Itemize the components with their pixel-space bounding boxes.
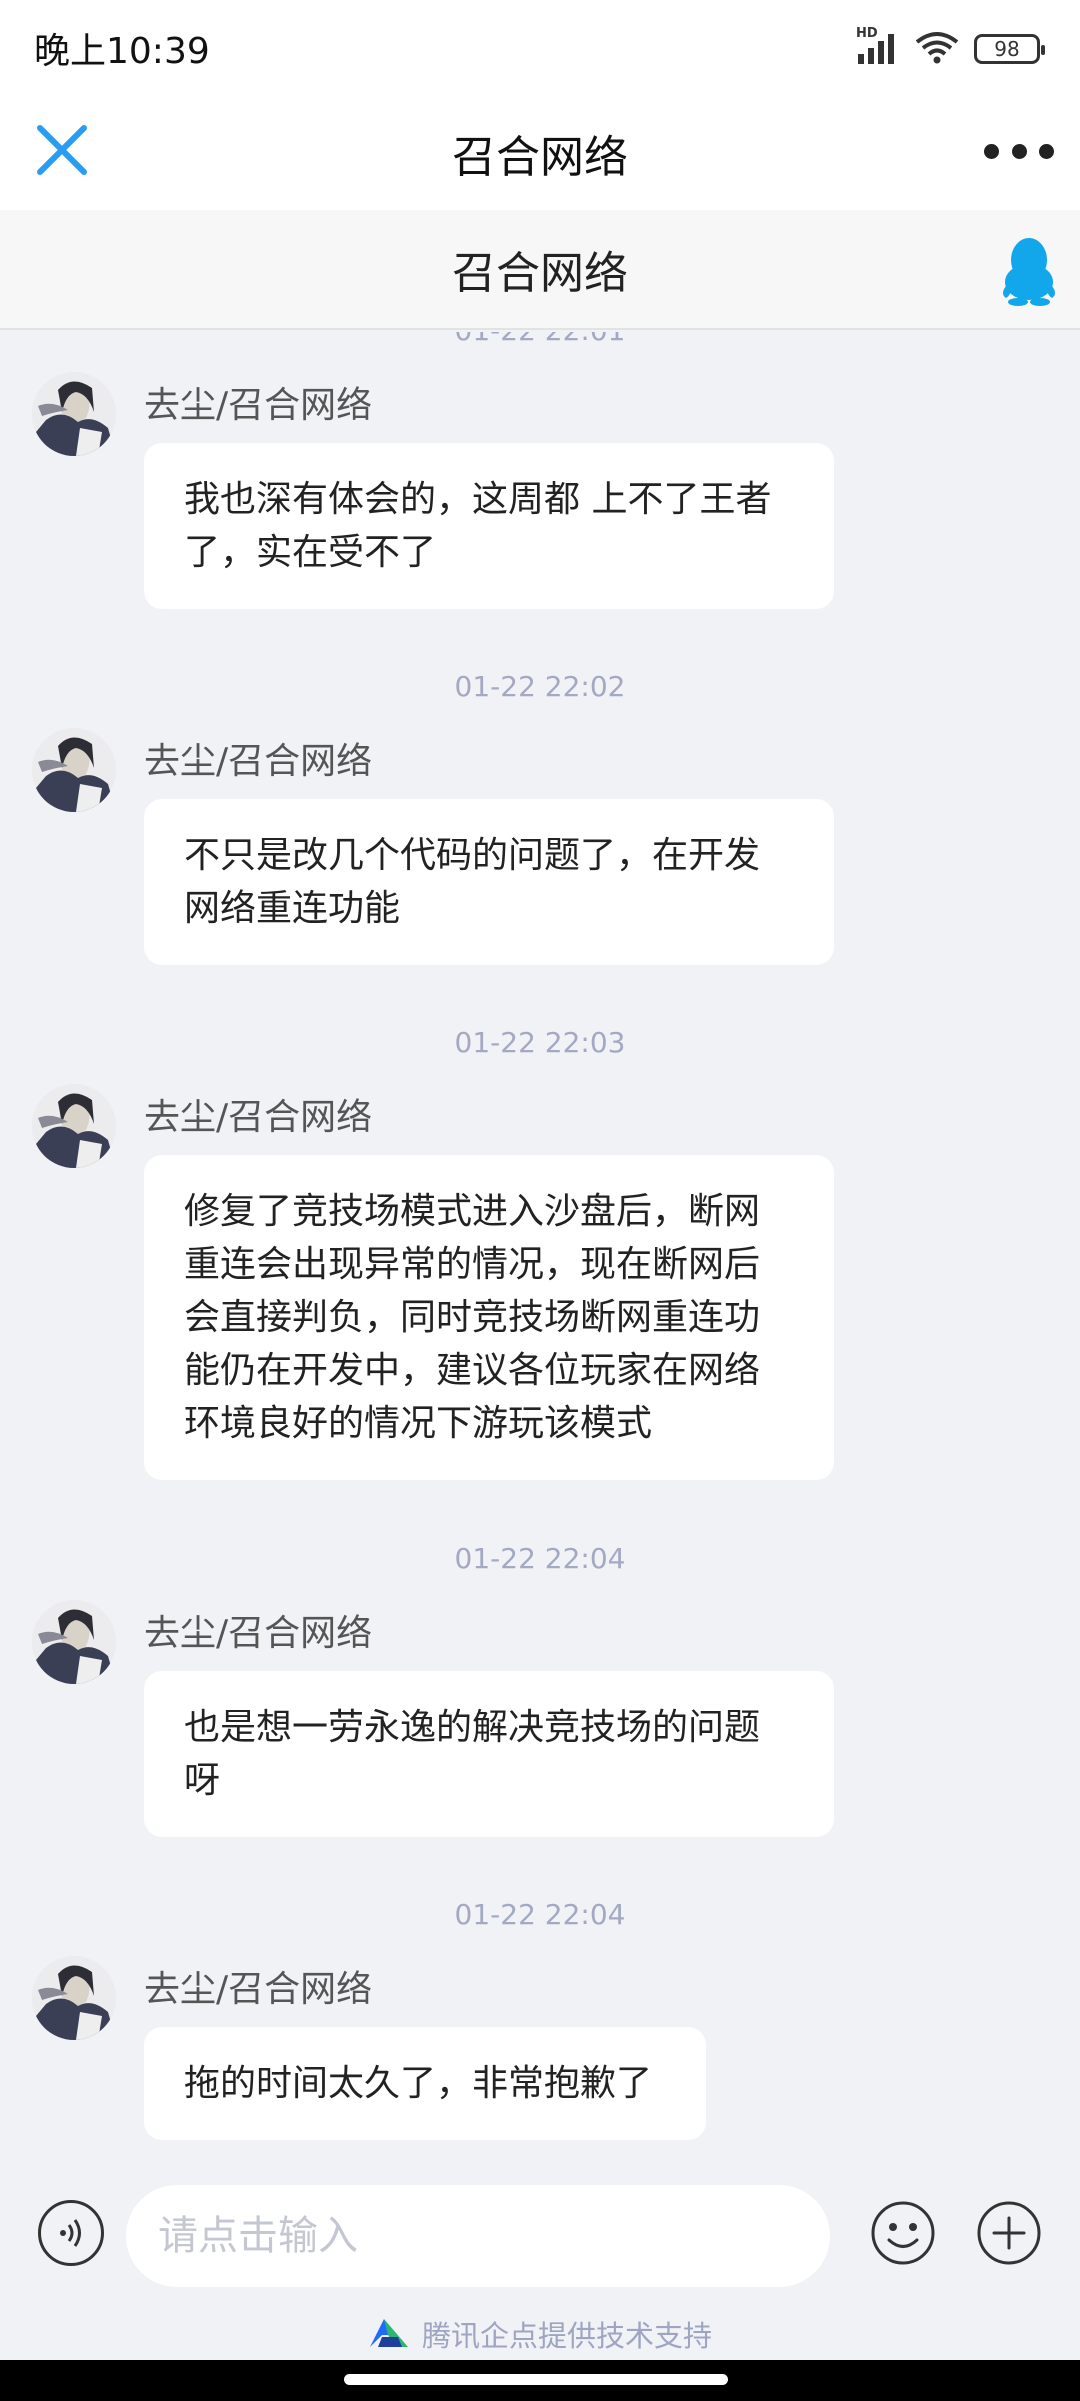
message-timestamp: 01-22 22:04	[454, 1898, 626, 1931]
message-bubble[interactable]: 修复了竞技场模式进入沙盘后，断网 重连会出现异常的情况，现在断网后 会直接判负，…	[144, 1155, 834, 1480]
tencent-qidian-logo-icon	[368, 2315, 410, 2353]
message-line: 修复了竞技场模式进入沙盘后，断网	[184, 1191, 761, 1232]
message-line: 了，实在受不了	[184, 532, 437, 573]
nav-bar: 召合网络	[0, 96, 1080, 210]
message-line: 网络重连功能	[184, 888, 401, 929]
chat-header: 召合网络	[0, 210, 1080, 330]
message-line: 环境良好的情况下游玩该模式	[184, 1403, 653, 1444]
avatar[interactable]	[32, 728, 116, 812]
more-dots-icon[interactable]	[984, 126, 1054, 176]
plus-icon[interactable]	[976, 2200, 1042, 2266]
message-line: 重连会出现异常的情况，现在断网后	[184, 1244, 761, 1285]
close-icon[interactable]	[30, 118, 94, 182]
voice-icon[interactable]	[38, 2200, 104, 2266]
avatar[interactable]	[32, 1600, 116, 1684]
wifi-icon	[914, 30, 960, 68]
sender-name: 去尘/召合网络	[144, 1969, 373, 2010]
message-line: 能仍在开发中，建议各位玩家在网络	[184, 1350, 761, 1391]
emoji-icon[interactable]	[870, 2200, 936, 2266]
message-line: 呀	[184, 1760, 221, 1801]
sender-name: 去尘/召合网络	[144, 1097, 373, 1138]
qq-penguin-icon[interactable]	[1000, 236, 1058, 306]
status-time: 晚上10:39	[34, 31, 210, 72]
chat-screen: 晚上10:39 HD 98 召合网络 召合网络 去尘/召合网络 我也深有体会的，…	[0, 0, 1080, 2401]
sender-name: 去尘/召合网络	[144, 741, 373, 782]
page-title: 召合网络	[452, 132, 628, 183]
message-line: 不只是改几个代码的问题了，在开发	[184, 835, 761, 876]
message-bubble[interactable]: 不只是改几个代码的问题了，在开发 网络重连功能	[144, 799, 834, 965]
chat-title: 召合网络	[452, 248, 628, 299]
battery-icon: 98	[974, 34, 1045, 64]
message-line: 拖的时间太久了，非常抱歉了	[184, 2063, 653, 2104]
message-list[interactable]: 01-22 22:01 去尘/召合网络 我也深有体会的，这周都 上不了王者 了，…	[0, 332, 1080, 2182]
message-bubble[interactable]: 也是想一劳永逸的解决竞技场的问题 呀	[144, 1671, 834, 1837]
status-bar: 晚上10:39 HD 98	[0, 0, 1080, 96]
footer-text: 腾讯企点提供技术支持	[421, 2319, 712, 2353]
message-input[interactable]	[126, 2185, 830, 2287]
message-timestamp: 01-22 22:01	[0, 332, 1080, 347]
avatar[interactable]	[32, 1084, 116, 1168]
message-timestamp: 01-22 22:02	[454, 670, 626, 703]
system-nav-bar	[0, 2360, 1080, 2401]
sender-name: 去尘/召合网络	[144, 1613, 373, 1654]
input-bar	[0, 2168, 1080, 2308]
avatar[interactable]	[32, 1956, 116, 2040]
message-bubble[interactable]: 我也深有体会的，这周都 上不了王者 了，实在受不了	[144, 443, 834, 609]
signal-icon: HD	[856, 26, 900, 66]
status-icons: HD 98	[856, 26, 1045, 68]
message-timestamp: 01-22 22:04	[454, 1542, 626, 1575]
home-indicator[interactable]	[344, 2374, 728, 2385]
message-line: 也是想一劳永逸的解决竞技场的问题	[184, 1707, 761, 1748]
hd-label: HD	[856, 26, 878, 41]
avatar[interactable]	[32, 372, 116, 456]
message-line: 会直接判负，同时竞技场断网重连功	[184, 1297, 761, 1338]
footer: 腾讯企点提供技术支持	[0, 2308, 1080, 2360]
message-line: 我也深有体会的，这周都 上不了王者	[184, 479, 772, 520]
sender-name: 去尘/召合网络	[144, 385, 373, 426]
message-bubble[interactable]: 拖的时间太久了，非常抱歉了	[144, 2027, 706, 2140]
battery-level: 98	[994, 37, 1020, 61]
message-timestamp: 01-22 22:03	[454, 1026, 626, 1059]
